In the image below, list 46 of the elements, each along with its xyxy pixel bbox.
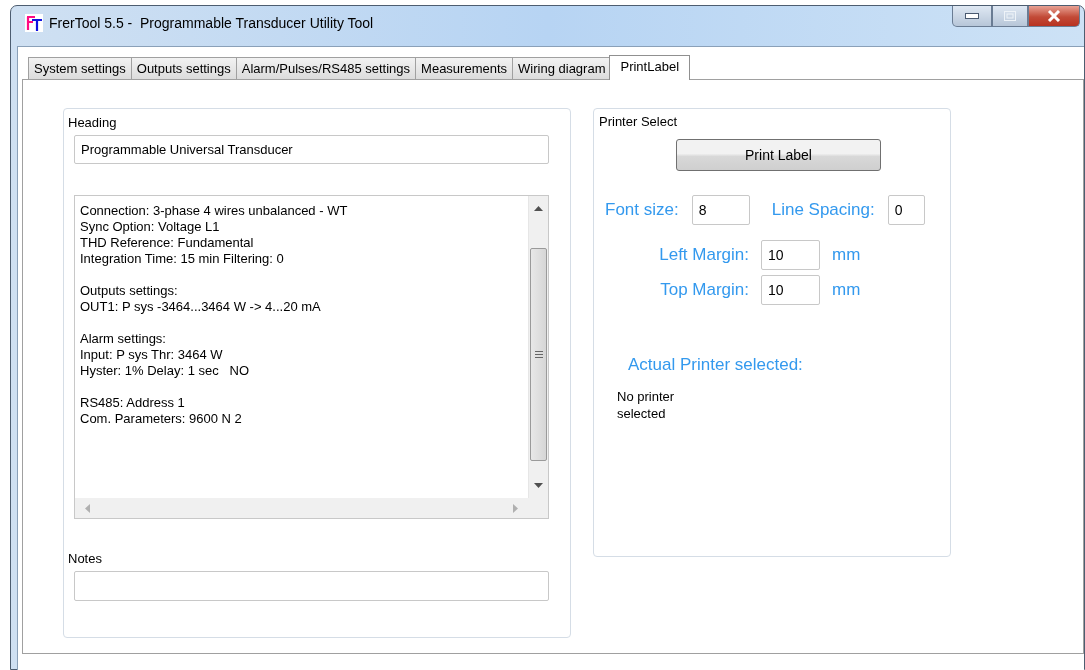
- field-label: Top Margin:: [659, 280, 749, 300]
- text-line: THD Reference: Fundamental: [80, 235, 255, 251]
- text-line: Hyster: 1% Delay: 1 sec NO: [80, 363, 251, 379]
- scrollbar-thumb[interactable]: [530, 248, 547, 461]
- minimize-icon: [965, 13, 979, 19]
- window-title: FrerTool 5.5 - Programmable Transducer Utility Tool: [49, 15, 374, 31]
- unit-label: mm: [832, 245, 861, 265]
- text-line: Com. Parameters: 9600 N 2: [80, 411, 243, 427]
- text-line: RS485: Address 1: [80, 395, 186, 411]
- field-label: Font size:: [605, 200, 679, 220]
- tab[interactable]: System settings: [28, 57, 132, 79]
- input-field[interactable]: 0: [887, 195, 925, 225]
- minimize-button[interactable]: [952, 6, 992, 27]
- app-logo-icon: [25, 14, 43, 32]
- notes-field[interactable]: [74, 571, 549, 601]
- text-line: Integration Time: 15 min Filtering: 0: [80, 251, 285, 267]
- printer-status-text: No printer selected: [617, 388, 676, 422]
- field-label: Notes: [68, 551, 103, 566]
- tab[interactable]: Alarm/Pulses/RS485 settings: [235, 57, 417, 79]
- field-label: Left Margin:: [658, 245, 749, 265]
- maximize-icon: [1004, 11, 1016, 21]
- text-line: Outputs settings:: [80, 283, 179, 299]
- input-field[interactable]: 10: [761, 240, 820, 270]
- unit-label: mm: [832, 280, 861, 300]
- scroll-down-arrow-icon[interactable]: [534, 483, 543, 488]
- close-icon: [1047, 10, 1061, 22]
- close-button[interactable]: [1028, 6, 1080, 27]
- tab[interactable]: Outputs settings: [130, 57, 237, 79]
- print-label-button[interactable]: Print Label: [676, 139, 881, 171]
- field-label: Line Spacing:: [771, 200, 875, 220]
- text-line: Connection: 3-phase 4 wires unbalanced - WT: [80, 203, 349, 219]
- text-line: Sync Option: Voltage L1: [80, 219, 221, 235]
- heading-field[interactable]: Programmable Universal Transducer: [74, 135, 549, 164]
- field-label: Actual Printer selected:: [628, 355, 804, 375]
- tab[interactable]: Measurements: [415, 57, 514, 79]
- input-field[interactable]: 8: [691, 195, 750, 225]
- tab[interactable]: PrintLabel: [609, 55, 691, 80]
- input-field[interactable]: 10: [761, 275, 820, 305]
- text-line: Alarm settings:: [80, 331, 167, 347]
- field-label: Heading: [68, 115, 118, 130]
- vertical-scrollbar[interactable]: [528, 196, 548, 498]
- text-line: Input: P sys Thr: 3464 W: [80, 347, 224, 363]
- panel-title: Printer Select: [599, 114, 679, 129]
- text-line: OUT1: P sys -3464...3464 W -> 4...20 mA: [80, 299, 322, 315]
- tab[interactable]: Wiring diagram: [512, 57, 612, 79]
- maximize-button[interactable]: [992, 6, 1028, 27]
